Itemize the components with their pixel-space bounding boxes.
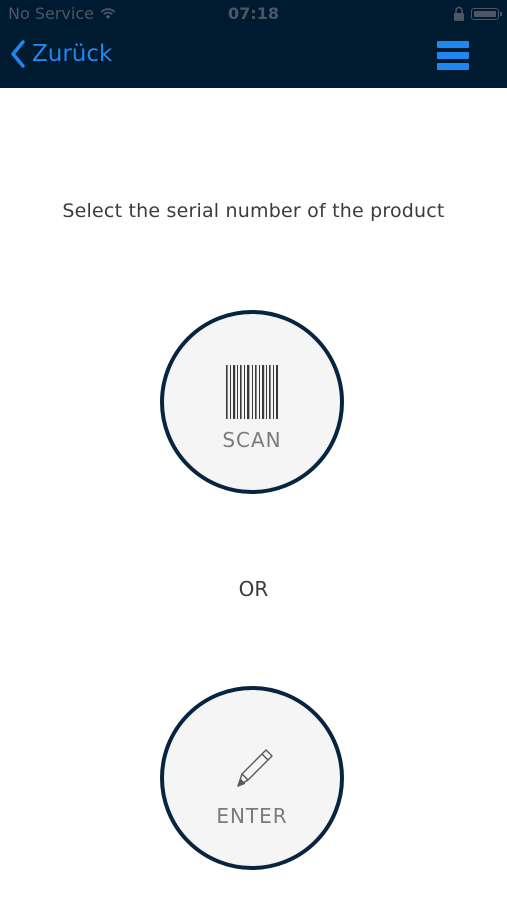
hamburger-menu-icon[interactable]	[437, 40, 469, 72]
status-time: 07:18	[228, 4, 279, 23]
nav-bar: Zurück	[0, 30, 507, 88]
or-separator: OR	[238, 577, 269, 601]
scan-label: SCAN	[222, 428, 282, 452]
back-button-label: Zurück	[32, 41, 113, 67]
instruction-text: Select the serial number of the product	[62, 200, 445, 222]
app-screen: No Service 07:18 Zurück Select the seria…	[0, 0, 507, 900]
enter-button[interactable]: ENTER	[160, 686, 344, 870]
enter-label: ENTER	[216, 804, 288, 828]
scan-button[interactable]: SCAN	[160, 310, 344, 494]
barcode-icon	[226, 365, 278, 419]
back-button[interactable]: Zurück	[10, 40, 112, 68]
chevron-left-icon	[11, 40, 25, 68]
lock-icon	[454, 6, 464, 21]
status-bar: No Service 07:18	[0, 0, 507, 30]
header: No Service 07:18 Zurück	[0, 0, 507, 88]
battery-icon	[471, 8, 502, 20]
pencil-icon	[237, 749, 273, 787]
